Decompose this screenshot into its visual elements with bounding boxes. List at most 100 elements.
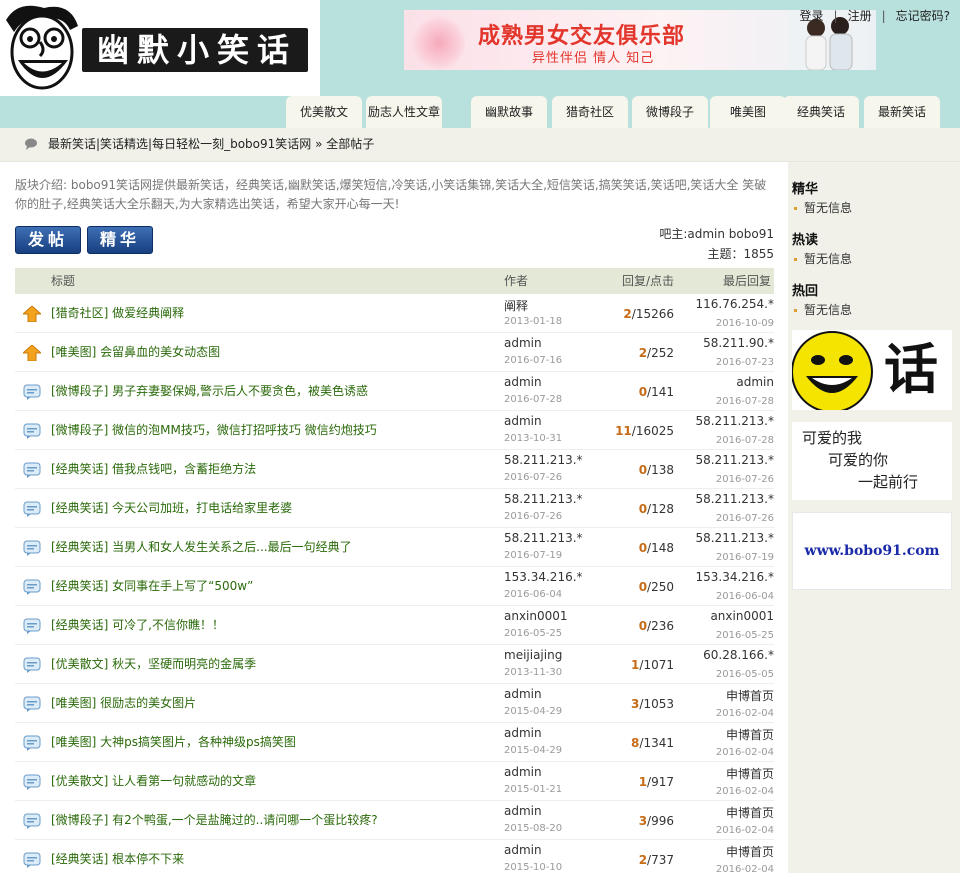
thread-title-link[interactable]: [经典笑话] 根本停不下来 bbox=[51, 840, 184, 873]
table-header: 标题 作者 回复/点击 最后回复 bbox=[15, 268, 774, 294]
thread-author[interactable]: admin bbox=[504, 843, 542, 857]
thread-title-link[interactable]: [优美散文] 让人看第一句就感动的文章 bbox=[51, 762, 256, 801]
header-replies-views: 回复/点击 bbox=[621, 274, 674, 288]
thread-author[interactable]: 58.211.213.* bbox=[504, 492, 583, 506]
reply-count: 3 bbox=[638, 814, 648, 828]
thread-reply-view-count: 2/737 bbox=[639, 853, 674, 867]
thread-author[interactable]: 阐释 bbox=[504, 297, 528, 314]
last-reply-user[interactable]: anxin0001 bbox=[710, 609, 774, 623]
flower-icon bbox=[412, 16, 466, 70]
thread-title-link[interactable]: [微博段子] 男子弃妻娶保姆,警示后人不要贪色，被美色诱惑 bbox=[51, 372, 368, 411]
thread-title-link[interactable]: [微博段子] 有2个鸭蛋,一个是盐腌过的..请问哪一个蛋比较疼? bbox=[51, 801, 378, 840]
thread-reply-view-count: 0/128 bbox=[639, 502, 674, 516]
last-reply-date: 2016-07-28 bbox=[715, 396, 774, 407]
thread-author[interactable]: admin bbox=[504, 687, 542, 701]
thread-post-date: 2016-05-25 bbox=[504, 628, 563, 639]
sidebar-ad-smiley[interactable]: 话 bbox=[792, 330, 952, 410]
last-reply-user[interactable]: 58.211.213.* bbox=[695, 453, 774, 467]
thread-post-date: 2015-04-29 bbox=[504, 706, 563, 717]
sidebar-heading-hot-read: 热读 bbox=[792, 233, 819, 248]
sidebar-ad-site-url[interactable]: www.bobo91.com bbox=[792, 512, 952, 590]
thread-author[interactable]: admin bbox=[504, 804, 542, 818]
thread-author[interactable]: admin bbox=[504, 336, 542, 350]
reply-count: 2 bbox=[638, 346, 648, 360]
reply-count: 0 bbox=[638, 463, 648, 477]
view-count: /16025 bbox=[631, 424, 674, 438]
nav-tab-latest-jokes[interactable]: 最新笑话 bbox=[864, 96, 940, 128]
thread-title-link[interactable]: [经典笑话] 女同事在手上写了“500w” bbox=[51, 567, 253, 606]
view-count: /252 bbox=[647, 346, 674, 360]
thread-author[interactable]: 58.211.213.* bbox=[504, 531, 583, 545]
thread-author[interactable]: admin bbox=[504, 414, 542, 428]
thread-author[interactable]: anxin0001 bbox=[504, 609, 568, 623]
table-row: [唯美图] 会留鼻血的美女动态图 admin 2016-07-16 2/252 58.2… bbox=[15, 333, 774, 372]
sidebar-ad-slogan[interactable]: 可爱的我 可爱的你 一起前行 bbox=[792, 422, 952, 500]
last-reply-date: 2016-05-05 bbox=[715, 669, 774, 680]
thread-author[interactable]: admin bbox=[504, 765, 542, 779]
thread-title-link[interactable]: [经典笑话] 可冷了,不信你瞧！！ bbox=[51, 606, 224, 645]
thread-author[interactable]: admin bbox=[504, 726, 542, 740]
thread-author[interactable]: 58.211.213.* bbox=[504, 453, 583, 467]
thread-title-link[interactable]: [优美散文] 秋天，坚硬而明亮的金属季 bbox=[51, 645, 256, 684]
last-reply-user[interactable]: 58.211.90.* bbox=[703, 336, 774, 350]
last-reply-user[interactable]: 申博首页 bbox=[726, 843, 774, 860]
link-separator: | bbox=[881, 9, 886, 23]
reply-count: 1 bbox=[638, 775, 648, 789]
pinned-arrow-icon bbox=[21, 344, 43, 362]
thread-reply-view-count: 2/15266 bbox=[623, 307, 674, 321]
nav-tab-prose[interactable]: 优美散文 bbox=[286, 96, 362, 128]
banner-title: 成熟男女交友俱乐部 bbox=[478, 24, 686, 49]
site-logo[interactable]: 幽默小笑话 bbox=[0, 0, 320, 96]
thread-title-link[interactable]: [唯美图] 会留鼻血的美女动态图 bbox=[51, 333, 220, 372]
thread-title-link[interactable]: [唯美图] 很励志的美女图片 bbox=[51, 684, 196, 723]
thread-author[interactable]: admin bbox=[504, 375, 542, 389]
last-reply-user[interactable]: 申博首页 bbox=[726, 726, 774, 743]
sidebar-heading-elite: 精华 bbox=[792, 182, 819, 197]
last-reply-user[interactable]: 申博首页 bbox=[726, 687, 774, 704]
thread-title-link[interactable]: [猎奇社区] 做爱经典阐释 bbox=[51, 294, 184, 333]
last-reply-user[interactable]: 申博首页 bbox=[726, 804, 774, 821]
new-post-button[interactable]: 发帖 bbox=[15, 226, 81, 254]
thread-title-link[interactable]: [经典笑话] 当男人和女人发生关系之后...最后一句经典了 bbox=[51, 528, 352, 567]
nav-tab-classic-jokes[interactable]: 经典笑话 bbox=[783, 96, 859, 128]
reply-count: 0 bbox=[638, 580, 648, 594]
last-reply-user[interactable]: 58.211.213.* bbox=[695, 414, 774, 428]
login-link[interactable]: 登录 bbox=[800, 9, 824, 23]
last-reply-user[interactable]: 116.76.254.* bbox=[695, 297, 774, 311]
last-reply-date: 2016-07-19 bbox=[715, 552, 774, 563]
nav-tab-inspiration[interactable]: 励志人性文章 bbox=[366, 96, 442, 128]
reply-count: 0 bbox=[638, 385, 648, 399]
forgot-password-link[interactable]: 忘记密码? bbox=[896, 9, 950, 23]
thread-author[interactable]: meijiajing bbox=[504, 648, 562, 662]
last-reply-user[interactable]: 申博首页 bbox=[726, 765, 774, 782]
last-reply-user[interactable]: 58.211.213.* bbox=[695, 531, 774, 545]
last-reply-user[interactable]: admin bbox=[736, 375, 774, 389]
thread-post-date: 2016-07-16 bbox=[504, 355, 563, 366]
view-count: /141 bbox=[647, 385, 674, 399]
thread-reply-view-count: 0/148 bbox=[639, 541, 674, 555]
register-link[interactable]: 注册 bbox=[848, 9, 872, 23]
banner-subtitle: 异性伴侣 情人 知己 bbox=[532, 51, 655, 66]
last-reply-user[interactable]: 60.28.166.* bbox=[703, 648, 774, 662]
thread-post-date: 2016-07-26 bbox=[504, 511, 563, 522]
last-reply-user[interactable]: 58.211.213.* bbox=[695, 492, 774, 506]
breadcrumb-site-link[interactable]: 最新笑话|笑话精选|每日轻松一刻_bobo91笑话网 bbox=[48, 137, 311, 151]
reply-count: 0 bbox=[638, 619, 648, 633]
last-reply-user[interactable]: 153.34.216.* bbox=[695, 570, 774, 584]
thread-title-link[interactable]: [经典笑话] 今天公司加班，打电话给家里老婆 bbox=[51, 489, 292, 528]
thread-author[interactable]: 153.34.216.* bbox=[504, 570, 583, 584]
nav-tab-curiosity[interactable]: 猎奇社区 bbox=[552, 96, 628, 128]
elite-button[interactable]: 精华 bbox=[87, 226, 153, 254]
thread-title-link[interactable]: [微博段子] 微信的泡MM技巧，微信打招呼技巧 微信约炮技巧 bbox=[51, 411, 377, 450]
thread-title-link[interactable]: [经典笑话] 借我点钱吧，含蓄拒绝方法 bbox=[51, 450, 256, 489]
thread-post-date: 2016-07-26 bbox=[504, 472, 563, 483]
thread-bubble-icon bbox=[23, 579, 41, 595]
thread-reply-view-count: 3/1053 bbox=[631, 697, 674, 711]
breadcrumb-separator: » bbox=[315, 137, 323, 151]
thread-title-link[interactable]: [唯美图] 大神ps搞笑图片，各种神级ps搞笑图 bbox=[51, 723, 296, 762]
view-count: /250 bbox=[647, 580, 674, 594]
nav-tab-weibo[interactable]: 微博段子 bbox=[632, 96, 708, 128]
nav-tab-pictures[interactable]: 唯美图 bbox=[710, 96, 786, 128]
nav-tab-humor-stories[interactable]: 幽默故事 bbox=[471, 96, 547, 128]
last-reply-date: 2016-07-23 bbox=[715, 357, 774, 368]
